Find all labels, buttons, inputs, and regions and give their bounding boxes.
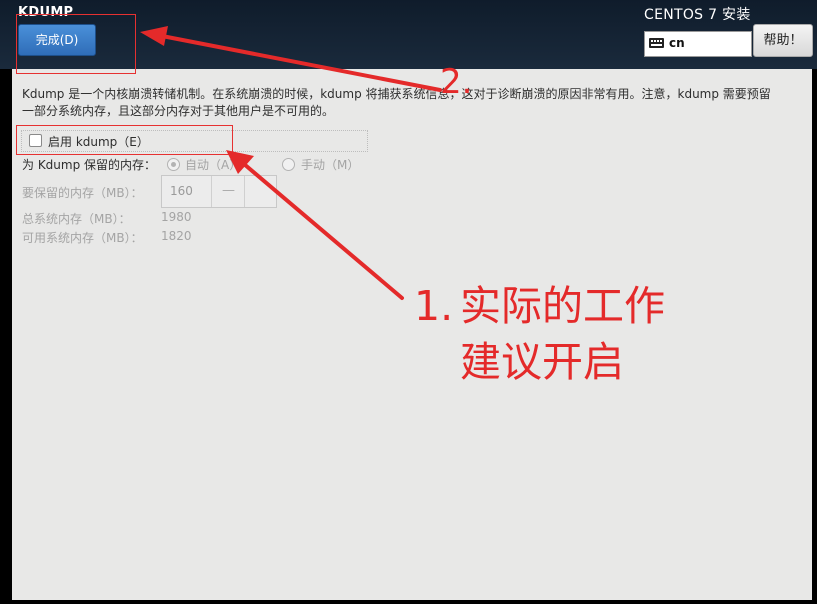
arrow-to-done-button [160,34,442,92]
arrow-to-enable-kdump [242,162,404,300]
installer-screen: KDUMP 完成(D) CENTOS 7 安装 cn 帮助！ Kdump 是一个… [0,0,817,604]
annotation-arrows [140,26,442,300]
annotation-number-1: 1. [414,282,454,330]
annotation-text-1: 实际的工作 建议开启 [460,282,665,386]
arrow-head-done [140,26,168,46]
annotation-number-2: 2. [440,62,473,102]
